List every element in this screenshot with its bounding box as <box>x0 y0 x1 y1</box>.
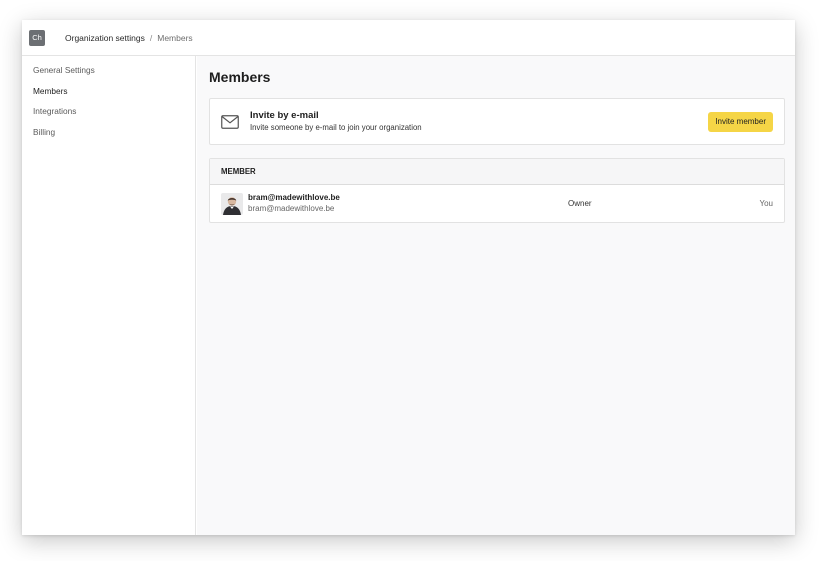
invite-subtitle: Invite someone by e-mail to join your or… <box>250 123 422 132</box>
sidebar-item-general-settings[interactable]: General Settings <box>22 66 195 87</box>
member-name: bram@madewithlove.be <box>248 193 340 202</box>
table-row[interactable]: bram@madewithlove.be bram@madewithlove.b… <box>210 185 784 222</box>
members-table: MEMBER bram@madewithlove.be bram@madewit… <box>209 158 785 223</box>
avatar <box>221 192 243 215</box>
sidebar-item-billing[interactable]: Billing <box>22 127 195 149</box>
mail-icon <box>221 114 239 129</box>
invite-text: Invite by e-mail Invite someone by e-mai… <box>250 110 708 133</box>
invite-title: Invite by e-mail <box>250 110 319 121</box>
sidebar-item-members[interactable]: Members <box>22 86 195 108</box>
member-email: bram@madewithlove.be <box>248 204 335 213</box>
org-badge[interactable]: Ch <box>29 29 45 46</box>
app-window: Ch Organization settings / Members Gener… <box>22 20 795 535</box>
sidebar: General Settings Members Integrations Bi… <box>22 56 196 535</box>
page-title: Members <box>209 69 271 85</box>
invite-card: Invite by e-mail Invite someone by e-mai… <box>209 98 785 145</box>
breadcrumb: Organization settings / Members <box>65 33 193 43</box>
invite-member-button[interactable]: Invite member <box>708 111 773 132</box>
main-content: Members Invite by e-mail Invite someone … <box>197 56 795 535</box>
breadcrumb-organization-settings[interactable]: Organization settings <box>65 33 145 43</box>
member-role: Owner <box>568 199 592 208</box>
table-header: MEMBER <box>210 159 784 185</box>
member-you-label: You <box>759 199 774 208</box>
top-bar: Ch Organization settings / Members <box>22 20 795 56</box>
breadcrumb-current: Members <box>157 32 193 43</box>
sidebar-item-integrations[interactable]: Integrations <box>22 107 195 128</box>
member-info: bram@madewithlove.be bram@madewithlove.b… <box>248 192 568 215</box>
breadcrumb-separator: / <box>149 32 153 43</box>
